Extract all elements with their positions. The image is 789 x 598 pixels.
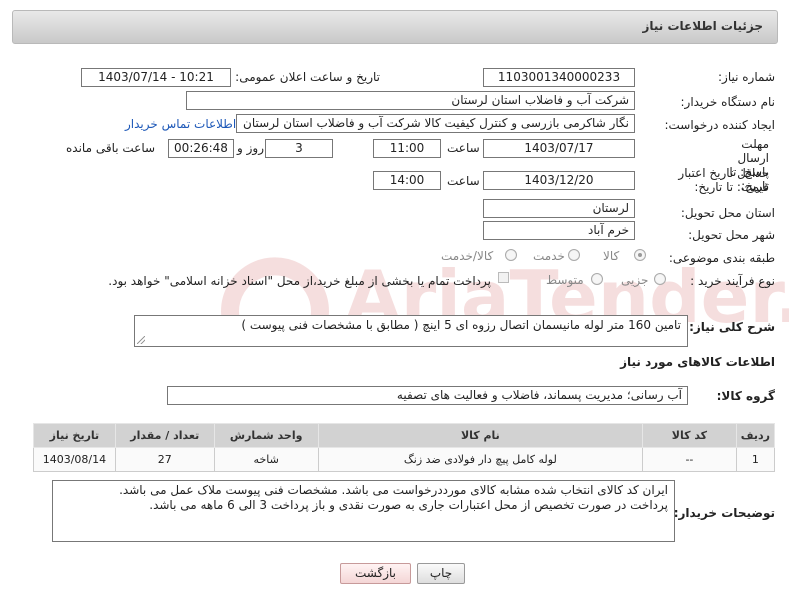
back-button[interactable]: بازگشت xyxy=(340,563,411,584)
col-header-name: نام کالا xyxy=(317,423,644,448)
table-row[interactable]: 1 -- لوله کامل پیچ دار فولادی ضد زنگ شاخ… xyxy=(33,447,776,472)
creator-label: ایجاد کننده درخواست: xyxy=(664,118,775,132)
col-header-need-date: تاریخ نیاز xyxy=(33,423,116,448)
reply-date-field[interactable]: 1403/07/17 xyxy=(483,139,635,158)
days-remaining-field[interactable]: 3 xyxy=(265,139,333,158)
process-type-label: نوع فرآیند خرید : xyxy=(690,274,775,288)
province-field[interactable]: لرستان xyxy=(483,199,635,218)
cell-row-number: 1 xyxy=(735,447,776,472)
buyer-org-label: نام دستگاه خریدار: xyxy=(680,95,776,109)
buyer-notes-line-1: ایران کد کالای انتخاب شده مشابه کالای مو… xyxy=(119,483,668,497)
province-label: استان محل تحویل: xyxy=(680,206,775,220)
reply-time-field[interactable]: 11:00 xyxy=(373,139,441,158)
col-header-code: کد کالا xyxy=(642,423,737,448)
need-number-field[interactable]: 1103001340000233 xyxy=(483,68,635,87)
goods-section-title: اطلاعات کالاهای مورد نیاز xyxy=(620,355,775,369)
price-time-field[interactable]: 14:00 xyxy=(373,171,441,190)
description-label: شرح کلی نیاز: xyxy=(689,320,775,334)
print-button[interactable]: چاپ xyxy=(417,563,465,584)
contact-info-link[interactable]: اطلاعات تماس خریدار xyxy=(125,117,236,131)
remaining-time-label: ساعت باقی مانده xyxy=(66,141,156,155)
cell-need-date: 1403/08/14 xyxy=(33,447,116,472)
category-label: طبقه بندی موضوعی: xyxy=(668,251,775,265)
process-minor-label: جزیی xyxy=(621,273,649,287)
process-minor-radio[interactable] xyxy=(654,273,666,285)
price-date-field[interactable]: 1403/12/20 xyxy=(483,171,635,190)
cell-quantity: 27 xyxy=(114,447,215,472)
announce-date-label: تاریخ و ساعت اعلان عمومی: xyxy=(235,70,380,84)
buyer-org-field[interactable]: شرکت آب و فاضلاب استان لرستان xyxy=(186,91,635,110)
days-label: روز و xyxy=(237,141,264,155)
city-field[interactable]: خرم آباد xyxy=(483,221,635,240)
buyer-notes-line-2: پرداخت در صورت تخصیص از محل اعتبارات جار… xyxy=(149,498,668,512)
description-text: تامین 160 متر لوله مانیسمان اتصال رزوه ا… xyxy=(241,318,681,332)
process-medium-label: متوسط xyxy=(546,273,584,287)
goods-group-label: گروه کالا: xyxy=(716,389,775,403)
need-number-label: شماره نیاز: xyxy=(718,70,775,84)
price-validity-label: حداقل تاریخ اعتبار قیمت: تا تاریخ: xyxy=(678,166,769,194)
treasury-payment-note: پرداخت تمام یا بخشی از مبلغ خرید،از محل … xyxy=(108,274,491,288)
reply-time-label: ساعت xyxy=(447,141,480,155)
buyer-notes-field[interactable]: ایران کد کالای انتخاب شده مشابه کالای مو… xyxy=(52,480,675,542)
category-goods-service-radio[interactable] xyxy=(505,249,517,261)
page-title: جزئیات اطلاعات نیاز xyxy=(642,19,763,33)
resize-handle-icon[interactable] xyxy=(137,336,145,344)
col-header-row-number: ردیف xyxy=(735,423,776,448)
goods-table: ردیف کد کالا نام کالا واحد شمارش تعداد /… xyxy=(33,423,776,472)
table-header-row: ردیف کد کالا نام کالا واحد شمارش تعداد /… xyxy=(33,423,776,448)
process-medium-radio[interactable] xyxy=(591,273,603,285)
col-header-quantity: تعداد / مقدار xyxy=(114,423,215,448)
category-service-radio[interactable] xyxy=(568,249,580,261)
buyer-notes-label: توضیحات خریدار: xyxy=(673,506,775,520)
category-goods-label: کالا xyxy=(603,249,620,263)
category-service-label: خدمت xyxy=(533,249,565,263)
cell-unit: شاخه xyxy=(213,447,319,472)
category-goods-radio[interactable] xyxy=(634,249,646,261)
cell-name: لوله کامل پیچ دار فولادی ضد زنگ xyxy=(317,447,644,472)
creator-field[interactable]: نگار شاکرمی بازرسی و کنترل کیفیت کالا شر… xyxy=(236,114,635,133)
goods-group-field[interactable]: آب رسانی؛ مدیریت پسماند، فاضلاب و فعالیت… xyxy=(167,386,688,405)
price-time-label: ساعت xyxy=(447,174,480,188)
cell-code: -- xyxy=(642,447,737,472)
remaining-time-field[interactable]: 00:26:48 xyxy=(168,139,234,158)
treasury-payment-checkbox[interactable] xyxy=(498,272,509,283)
category-goods-service-label: کالا/خدمت xyxy=(441,249,494,263)
city-label: شهر محل تحویل: xyxy=(688,228,775,242)
description-field[interactable]: تامین 160 متر لوله مانیسمان اتصال رزوه ا… xyxy=(134,315,688,347)
col-header-unit: واحد شمارش xyxy=(213,423,319,448)
announce-date-field[interactable]: 1403/07/14 - 10:21 xyxy=(81,68,231,87)
